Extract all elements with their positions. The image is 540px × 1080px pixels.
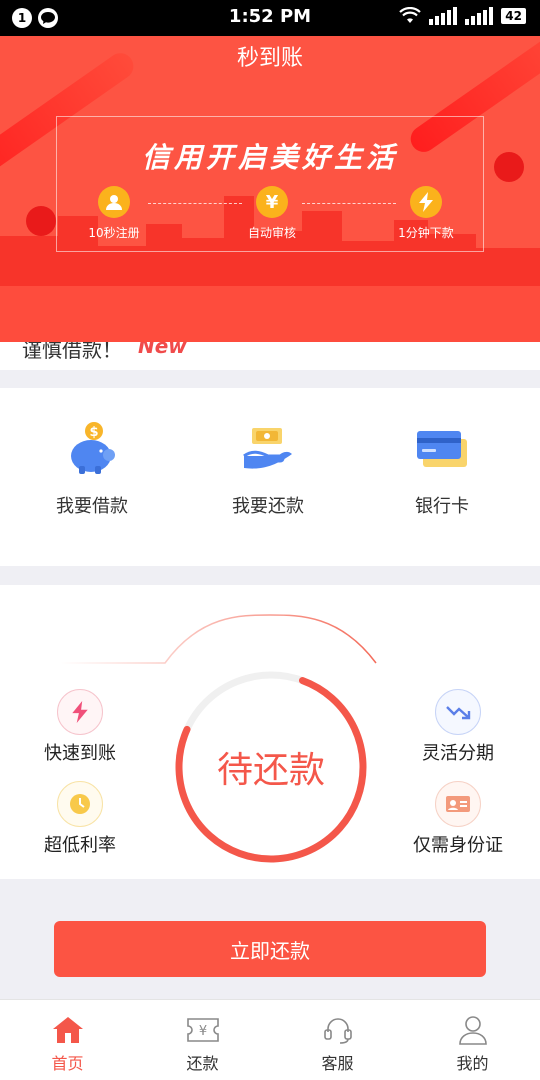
feature-fast-arrival: 快速到账	[10, 689, 150, 765]
trend-down-icon	[435, 689, 481, 735]
home-icon	[0, 1014, 135, 1046]
borrow-button[interactable]: $ 我要借款	[2, 420, 182, 518]
nav-item-home[interactable]: 首页	[0, 1014, 135, 1074]
bank-card-icon	[352, 420, 532, 478]
yen-icon: ¥	[256, 186, 288, 218]
feature-label: 快速到账	[44, 743, 116, 764]
nav-label: 首页	[51, 1054, 84, 1073]
headset-icon	[270, 1014, 405, 1046]
person-icon	[405, 1014, 540, 1046]
decor-circle	[494, 152, 524, 182]
svg-text:¥: ¥	[198, 1024, 206, 1039]
feature-low-rate: 超低利率	[10, 781, 150, 857]
feature-label: 仅需身份证	[413, 835, 503, 856]
user-icon	[98, 186, 130, 218]
lightning-icon	[410, 186, 442, 218]
nav-label: 我的	[456, 1054, 489, 1073]
nav-item-service[interactable]: 客服	[270, 1014, 405, 1074]
step-label: 1分钟下款	[398, 226, 454, 240]
banner-base	[0, 286, 540, 342]
decor-circle	[26, 206, 56, 236]
nav-item-repay[interactable]: ¥ 还款	[135, 1014, 270, 1074]
action-label: 银行卡	[415, 496, 469, 517]
action-label: 我要还款	[232, 496, 304, 517]
feature-label: 超低利率	[44, 835, 116, 856]
lightning-icon	[57, 689, 103, 735]
signal-icon	[429, 7, 458, 25]
action-label: 我要借款	[56, 496, 128, 517]
step-register: 10秒注册	[54, 186, 174, 241]
pending-repayment-label: 待还款	[216, 750, 325, 791]
banner-slogan: 信用开启美好生活	[141, 141, 398, 174]
notice-bar[interactable]: 谨慎借款！ New	[0, 342, 540, 370]
promo-banner[interactable]: 秒到账 信用开启美好生活 10秒注册 ¥ 自动审核 1分钟下款	[0, 36, 540, 342]
status-bar: 1 1:52 PM 42	[0, 0, 540, 36]
banner-title: 秒到账	[236, 46, 303, 71]
step-disburse: 1分钟下款	[366, 186, 486, 241]
feature-label: 灵活分期	[422, 743, 494, 764]
clock-icon	[57, 781, 103, 827]
notice-text: 谨慎借款！	[22, 342, 122, 362]
hand-money-icon	[178, 420, 358, 478]
ticket-icon: ¥	[135, 1014, 270, 1046]
new-badge: New	[138, 342, 187, 358]
bank-card-button[interactable]: 银行卡	[352, 420, 532, 518]
signal-icon	[465, 7, 494, 25]
repay-shortcut-button[interactable]: 我要还款	[178, 420, 358, 518]
nav-label: 客服	[321, 1054, 354, 1073]
bottom-nav: 首页 ¥ 还款 客服 我的	[0, 999, 540, 1080]
repay-now-button[interactable]: 立即还款	[54, 921, 486, 977]
step-label: 10秒注册	[88, 226, 140, 240]
repay-panel: 快速到账 超低利率 灵活分期 仅需身份证 待还款	[0, 585, 540, 879]
feature-id-only: 仅需身份证	[388, 781, 528, 857]
wifi-icon	[399, 7, 422, 23]
battery-icon: 42	[501, 8, 526, 24]
quick-actions: $ 我要借款 我要还款 银行卡	[0, 388, 540, 566]
svg-text:$: $	[89, 425, 98, 440]
step-review: ¥ 自动审核	[212, 186, 332, 241]
nav-label: 还款	[186, 1054, 219, 1073]
repay-status-ring[interactable]: 待还款	[173, 669, 369, 865]
arc-divider	[60, 614, 480, 664]
nav-item-profile[interactable]: 我的	[405, 1014, 540, 1074]
step-label: 自动审核	[247, 226, 296, 240]
id-card-icon	[435, 781, 481, 827]
feature-flexible-installment: 灵活分期	[388, 689, 528, 765]
piggy-bank-icon: $	[2, 420, 182, 478]
